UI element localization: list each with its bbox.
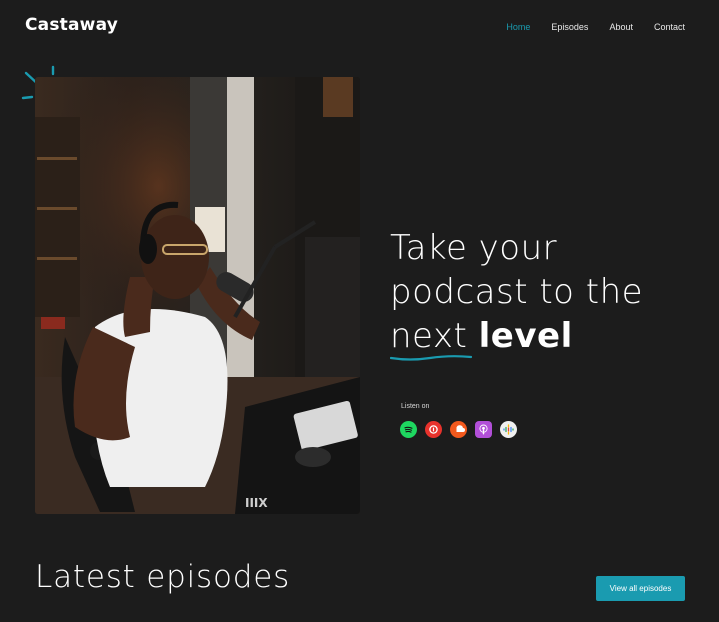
- spotify-icon[interactable]: [400, 421, 417, 438]
- soundcloud-icon[interactable]: [450, 421, 467, 438]
- headline-line-1: Take your: [390, 228, 558, 268]
- google-podcasts-icon[interactable]: [500, 421, 517, 438]
- headline-line-2: podcast to the: [390, 272, 644, 312]
- castbox-icon[interactable]: [425, 421, 442, 438]
- hero-headline: Take your podcast to the next level: [390, 226, 644, 361]
- listen-on-label: Listen on: [401, 403, 430, 410]
- desk-logo-mark: IIIX: [245, 496, 268, 510]
- main-nav: Home Episodes About Contact: [506, 21, 685, 33]
- apple-podcasts-icon[interactable]: [475, 421, 492, 438]
- nav-link-episodes[interactable]: Episodes: [551, 21, 588, 33]
- headline-word-level: level: [478, 316, 573, 356]
- headline-word-next: next: [390, 316, 468, 356]
- latest-episodes-heading: Latest episodes: [35, 559, 291, 595]
- headline-line-3: next level: [390, 314, 643, 361]
- platform-links: [400, 421, 517, 438]
- brand-logo[interactable]: Castaway: [25, 15, 118, 35]
- headline-underline: [390, 355, 472, 361]
- nav-link-contact[interactable]: Contact: [654, 21, 685, 33]
- view-all-episodes-button[interactable]: View all episodes: [596, 576, 685, 601]
- nav-link-home[interactable]: Home: [506, 21, 530, 33]
- podcaster-illustration: IIIX: [35, 77, 360, 514]
- hero-photo: IIIX: [35, 77, 360, 514]
- nav-link-about[interactable]: About: [609, 21, 633, 33]
- headline-underlined-word: next: [390, 314, 472, 361]
